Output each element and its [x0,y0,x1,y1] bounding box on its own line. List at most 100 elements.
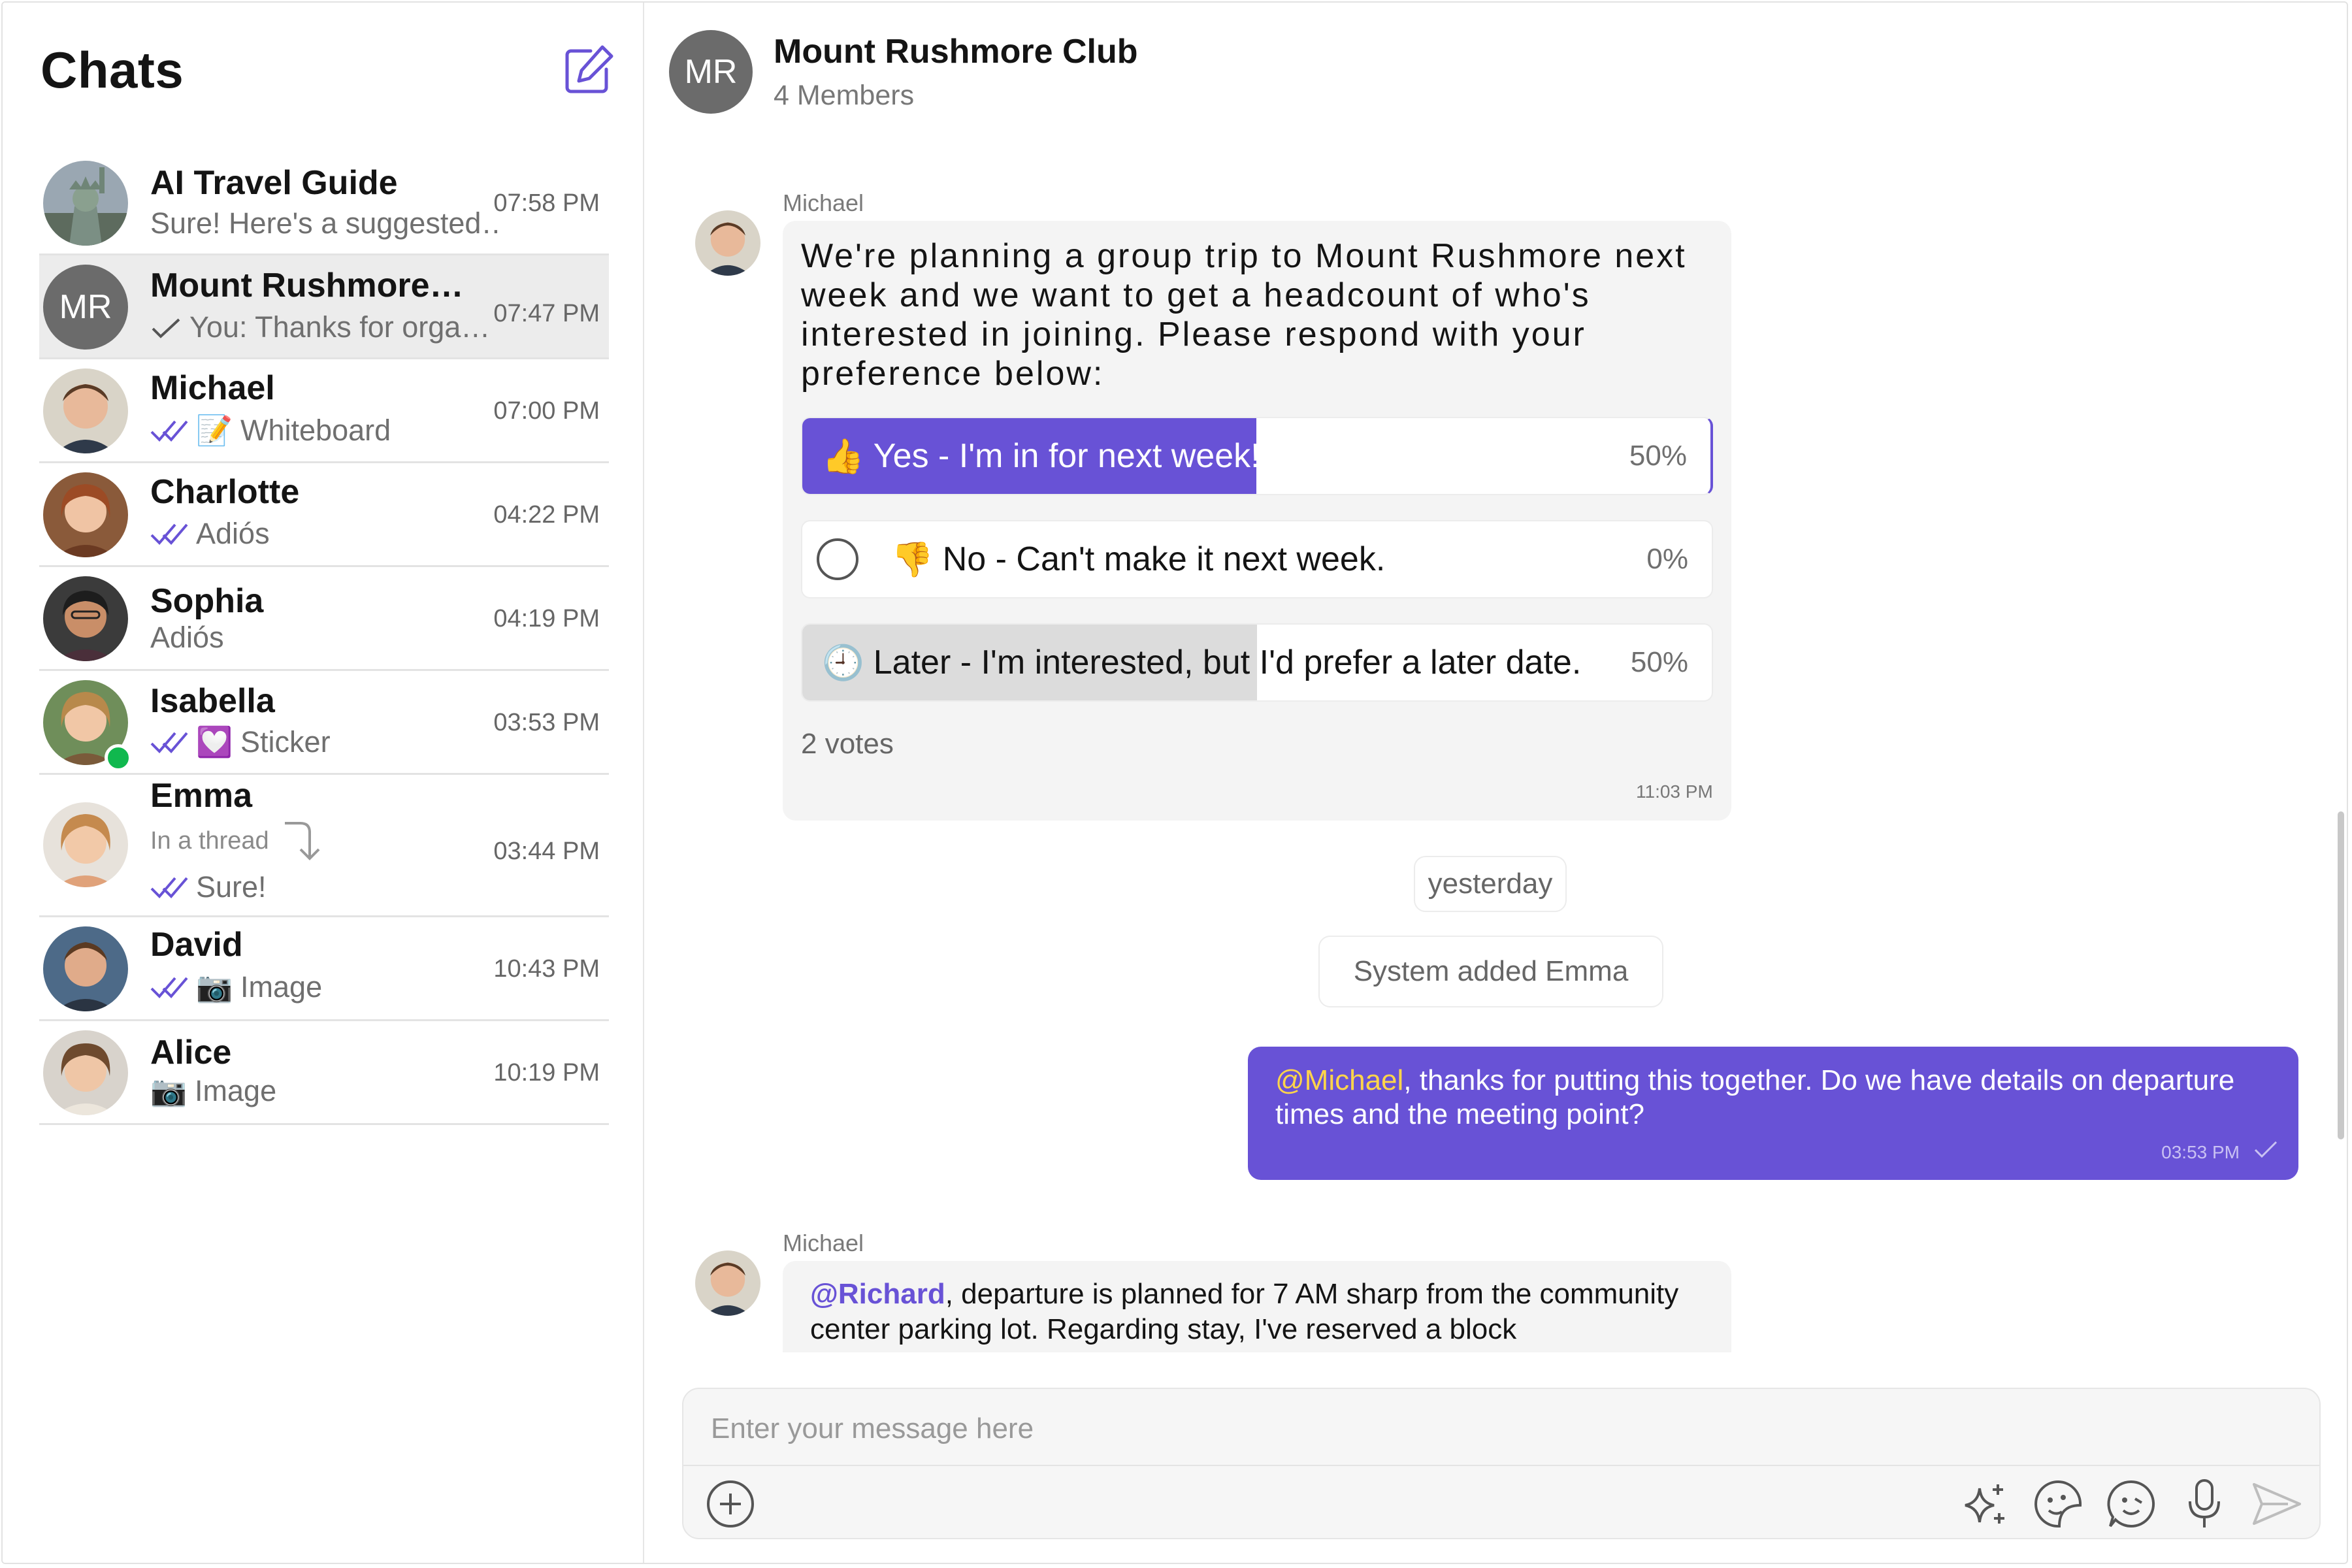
charlotte-avatar [43,472,128,557]
chat-time: 04:19 PM [493,605,600,632]
chat-name: Mount Rushmore… [150,267,464,304]
alice-avatar [43,1030,128,1115]
david-avatar [43,926,128,1011]
chat-preview-text: Sure! [196,870,267,904]
message-text: , thanks for putting this together. Do w… [1275,1064,2235,1130]
chat-item-michael[interactable]: Michael 📝 Whiteboard 07:00 PM [39,359,609,463]
read-ticks-icon [150,523,188,545]
poll-option-percent: 0% [1646,543,1688,575]
group-avatar[interactable]: MR [669,30,753,114]
sent-check-icon [152,318,180,338]
sticker-icon[interactable] [2031,1477,2085,1531]
chat-preview-text: Whiteboard [240,413,391,447]
chat-item-mount-rushmore[interactable]: MR Mount Rushmore… You: Thanks for orga…… [39,255,609,359]
message-time: 11:03 PM [1636,781,1713,802]
whiteboard-icon: 📝 [196,414,233,447]
mention[interactable]: @Richard [810,1278,945,1310]
chat-name: Sophia [150,582,264,620]
chat-name: Michael [150,369,275,407]
mention[interactable]: @Michael [1275,1064,1403,1096]
chat-preview-text: Image [240,970,323,1004]
chat-preview: 📷 Image [150,970,503,1004]
chat-item-sophia[interactable]: Sophia Adiós 04:19 PM [39,567,609,671]
poll-option-later[interactable]: 🕘 Later - I'm interested, but I'd prefer… [801,623,1713,702]
poll-option-no[interactable]: 👎 No - Can't make it next week. 0% [801,520,1713,598]
chat-preview: You: Thanks for orga… [150,310,503,344]
chat-item-david[interactable]: David 📷 Image 10:43 PM [39,917,609,1021]
chat-preview: 💟 Sticker [150,725,503,759]
chat-time: 07:47 PM [493,300,600,327]
read-ticks-icon [150,420,188,442]
michael-avatar [43,368,128,453]
thumbs-up-icon: 👍 [822,437,864,476]
chat-name: Emma [150,777,253,815]
poll-option-yes[interactable]: 👍 Yes - I'm in for next week! 50% [801,417,1713,495]
emma-avatar [43,802,128,887]
poll-option-percent: 50% [1629,440,1687,472]
chat-item-charlotte[interactable]: Charlotte Adiós 04:22 PM [39,463,609,567]
chat-preview-text: You: Thanks for orga… [189,310,491,344]
chat-time: 10:43 PM [493,955,600,983]
member-count: 4 Members [774,80,915,111]
app-window: Chats AI Travel Guide Sure! Here's a sug… [1,1,2348,1564]
poll-question: We're planning a group trip to Mount Rus… [801,237,1687,393]
chat-preview-text: Adiós [150,621,224,654]
own-message-text: @Michael, thanks for putting this togeth… [1275,1064,2281,1132]
emoji-icon[interactable] [2104,1477,2159,1531]
michael-avatar[interactable] [695,210,760,276]
sticker-icon: 💟 [196,725,233,759]
microphone-icon[interactable] [2177,1477,2232,1531]
message-input[interactable] [710,1402,2149,1456]
chat-list: AI Travel Guide Sure! Here's a suggested… [39,152,609,1125]
thread-hint-text: In a thread [150,826,269,855]
chat-time: 10:19 PM [493,1059,600,1086]
poll-option-percent: 50% [1630,646,1688,678]
message-composer [682,1388,2321,1539]
group-avatar: MR [43,265,128,350]
poll-option-label: 🕘 Later - I'm interested, but I'd prefer… [822,625,1581,700]
chat-preview: Sure! [150,870,503,904]
chat-time: 07:00 PM [493,397,600,425]
poll-option-label: 👍 Yes - I'm in for next week! [822,418,1260,494]
composer-divider [683,1465,2319,1466]
ai-sparkle-icon[interactable] [1957,1477,2012,1531]
poll-option-text: No - Can't make it next week. [942,540,1386,578]
chat-name: Alice [150,1034,232,1071]
message-time: 03:53 PM [2161,1142,2240,1162]
message-author: Michael [783,1230,864,1256]
clock-icon: 🕘 [822,644,864,682]
system-message: System added Emma [1318,936,1663,1007]
michael-avatar[interactable] [695,1250,760,1316]
poll-vote-count[interactable]: 2 votes [801,728,894,760]
group-name[interactable]: Mount Rushmore Club [774,32,1138,71]
chat-preview-text: Sticker [240,725,331,759]
camera-icon: 📷 [196,970,233,1004]
chat-item-alice[interactable]: Alice 📷 Image 10:19 PM [39,1021,609,1125]
chat-preview: 📝 Whiteboard [150,413,503,448]
add-icon[interactable] [703,1477,758,1531]
chat-preview-text: Image [195,1073,277,1107]
chat-item-isabella[interactable]: Isabella 💟 Sticker 03:53 PM [39,671,609,775]
chat-item-ai-travel-guide[interactable]: AI Travel Guide Sure! Here's a suggested… [39,152,609,255]
chat-name: Isabella [150,682,275,720]
poll-radio-button[interactable] [817,538,858,580]
chat-time: 03:53 PM [493,709,600,736]
read-ticks-icon [150,977,188,998]
chat-time: 07:58 PM [493,189,600,217]
message-author: Michael [783,189,864,216]
read-ticks-icon [150,877,188,898]
sent-check-icon [2254,1141,2278,1158]
send-icon[interactable] [2249,1477,2304,1531]
poll-option-text: Later - I'm interested, but I'd prefer a… [873,644,1582,681]
camera-icon: 📷 [150,1074,188,1107]
own-message-bubble[interactable]: @Michael, thanks for putting this togeth… [1248,1047,2298,1180]
chat-name: David [150,926,243,964]
reply-message-text: @Richard, departure is planned for 7 AM … [810,1277,1699,1352]
chat-preview-text: Sure! Here's a suggested… [150,206,503,240]
poll-option-label: 👎 No - Can't make it next week. [817,521,1385,597]
chat-sidebar: Chats AI Travel Guide Sure! Here's a sug… [3,3,644,1563]
message-list-scrollbar[interactable] [2338,811,2344,1139]
thread-hint: In a thread [150,818,327,864]
chat-item-emma[interactable]: Emma In a thread Sure! 03:44 PM [39,775,609,917]
compose-icon[interactable] [562,43,615,97]
